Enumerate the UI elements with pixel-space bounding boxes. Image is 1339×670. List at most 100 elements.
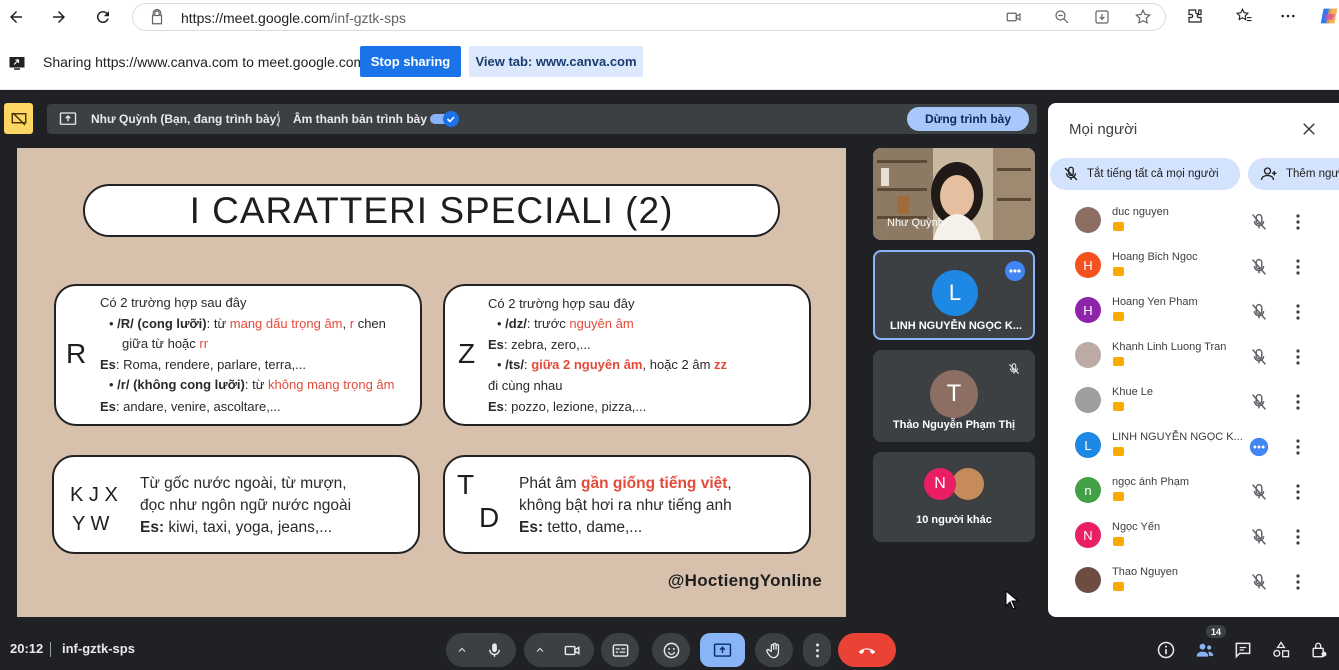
- captions-button[interactable]: [601, 633, 639, 667]
- camera-button[interactable]: [524, 633, 594, 667]
- yw-letters: Y W: [72, 513, 110, 535]
- muted-mic-icon[interactable]: [1248, 346, 1270, 368]
- address-bar[interactable]: https://meet.google.com/inf-gztk-sps: [132, 3, 1166, 31]
- r-example2: Es: andare, venire, ascoltare,...: [100, 399, 281, 414]
- stop-sharing-button[interactable]: Stop sharing: [360, 46, 461, 77]
- bookmark-star-icon[interactable]: [1134, 8, 1152, 26]
- presentation-badge-icon: [1113, 402, 1124, 411]
- host-controls-button[interactable]: [1306, 637, 1332, 663]
- presentation-mode-icon[interactable]: [4, 103, 33, 134]
- emoji-icon: [663, 642, 679, 658]
- participant-row[interactable]: N Ngọc Yến: [1048, 514, 1339, 559]
- others-avatar-photo: [952, 468, 984, 500]
- r-letter: R: [66, 338, 87, 369]
- meeting-info-button[interactable]: [1153, 637, 1179, 663]
- td-card: T D Phát âm gần giống tiếng việt, không …: [443, 455, 811, 554]
- more-vert-icon[interactable]: [1291, 346, 1305, 368]
- more-vert-icon[interactable]: [1291, 481, 1305, 503]
- view-tab-button[interactable]: View tab: www.canva.com: [469, 46, 643, 77]
- muted-mic-icon[interactable]: [1248, 211, 1270, 233]
- participant-row[interactable]: L LINH NGUYỄN NGỌC K...: [1048, 424, 1339, 469]
- stop-presenting-button[interactable]: Dừng trình bày: [907, 107, 1029, 131]
- sharing-text: Sharing https://www.canva.com to meet.go…: [43, 54, 366, 70]
- presentation-badge-icon: [1113, 447, 1124, 456]
- camera-in-use-icon[interactable]: [1005, 8, 1023, 26]
- self-video-tile[interactable]: Như Quỳnh: [873, 148, 1035, 240]
- participant-row[interactable]: Thao Nguyen: [1048, 559, 1339, 604]
- people-button[interactable]: [1192, 637, 1218, 663]
- participant-avatar: [1075, 342, 1101, 368]
- present-screen-icon: [713, 642, 732, 657]
- muted-mic-icon[interactable]: [1248, 391, 1270, 413]
- muted-mic-icon[interactable]: [1248, 301, 1270, 323]
- close-icon[interactable]: [1300, 120, 1318, 138]
- z-letter: Z: [458, 338, 476, 369]
- forward-icon[interactable]: [46, 4, 72, 30]
- more-menu-icon[interactable]: [1279, 7, 1297, 25]
- present-button[interactable]: [700, 633, 745, 667]
- raise-hand-button[interactable]: [755, 633, 793, 667]
- captions-icon: [612, 643, 628, 657]
- participant-row[interactable]: n ngọc ánh Phạm: [1048, 469, 1339, 514]
- copilot-icon[interactable]: [1318, 5, 1339, 27]
- participant-row[interactable]: H Hoang Yen Pham: [1048, 289, 1339, 334]
- more-options-button[interactable]: [803, 633, 831, 667]
- favorites-icon[interactable]: [1235, 7, 1253, 25]
- presentation-badge-icon: [1113, 537, 1124, 546]
- app-install-icon[interactable]: [1093, 8, 1111, 26]
- video-camera-icon: [564, 645, 580, 655]
- reactions-button[interactable]: [652, 633, 690, 667]
- more-vert-icon[interactable]: [1291, 211, 1305, 233]
- linh-video-tile[interactable]: L LINH NGUYỄN NGỌC K...: [873, 250, 1035, 340]
- participant-avatar: N: [1075, 522, 1101, 548]
- participant-name: Thao Nguyen: [1112, 566, 1179, 578]
- others-tile[interactable]: N 10 người khác: [873, 452, 1035, 542]
- presentation-audio-toggle[interactable]: [430, 111, 460, 127]
- speaking-indicator-icon[interactable]: [1248, 436, 1270, 458]
- muted-mic-icon[interactable]: [1248, 571, 1270, 593]
- presenter-name: Như Quỳnh (Bạn, đang trình bày): [91, 112, 281, 126]
- d-letter: D: [479, 502, 500, 533]
- participant-row[interactable]: H Hoang Bich Ngoc: [1048, 244, 1339, 289]
- td-line2: không bật hơi ra như tiếng anh: [519, 497, 732, 514]
- zoom-icon[interactable]: [1053, 8, 1071, 26]
- screen-share-icon: [8, 54, 26, 72]
- more-vert-icon[interactable]: [1291, 526, 1305, 548]
- microphone-button[interactable]: [446, 633, 516, 667]
- others-tile-name: 10 người khác: [916, 514, 992, 526]
- activities-button[interactable]: [1268, 637, 1294, 663]
- reload-icon[interactable]: [90, 4, 116, 30]
- others-avatar-n: N: [924, 468, 956, 500]
- z-line1: Có 2 trường hợp sau đây: [488, 296, 635, 311]
- more-vert-icon[interactable]: [1291, 571, 1305, 593]
- thao-video-tile[interactable]: T Thảo Nguyễn Phạm Thị: [873, 350, 1035, 442]
- participant-row[interactable]: Khue Le: [1048, 379, 1339, 424]
- leave-call-button[interactable]: [838, 633, 896, 667]
- extensions-icon[interactable]: [1186, 7, 1204, 25]
- presentation-badge-icon: [1113, 312, 1124, 321]
- self-tile-name: Như Quỳnh: [887, 217, 944, 229]
- more-vert-icon[interactable]: [1291, 436, 1305, 458]
- muted-mic-icon[interactable]: [1248, 481, 1270, 503]
- divider: [50, 642, 51, 657]
- more-vert-icon[interactable]: [1291, 391, 1305, 413]
- participant-name: LINH NGUYỄN NGỌC K...: [1112, 431, 1243, 443]
- chevron-up-icon[interactable]: [534, 644, 546, 656]
- more-vert-icon[interactable]: [1291, 256, 1305, 278]
- participant-row[interactable]: duc nguyen: [1048, 199, 1339, 244]
- shapes-icon: [1273, 641, 1290, 658]
- presentation-audio-label: Âm thanh bản trình bày: [293, 112, 428, 126]
- kjx-letters: K J X: [70, 484, 118, 506]
- site-info-icon[interactable]: [148, 8, 166, 26]
- back-icon[interactable]: [3, 4, 29, 30]
- muted-mic-icon[interactable]: [1248, 256, 1270, 278]
- participant-avatar: H: [1075, 252, 1101, 278]
- z-example2: Es: pozzo, lezione, pizza,...: [488, 399, 647, 414]
- muted-mic-icon[interactable]: [1248, 526, 1270, 548]
- participant-avatar: L: [1075, 432, 1101, 458]
- participant-row[interactable]: Khanh Linh Luong Tran: [1048, 334, 1339, 379]
- kjxyw-card: K J X Y W Từ gốc nước ngoài, từ mượn, đọ…: [52, 455, 420, 554]
- more-vert-icon[interactable]: [1291, 301, 1305, 323]
- chevron-up-icon[interactable]: [456, 644, 468, 656]
- chat-button[interactable]: [1230, 637, 1256, 663]
